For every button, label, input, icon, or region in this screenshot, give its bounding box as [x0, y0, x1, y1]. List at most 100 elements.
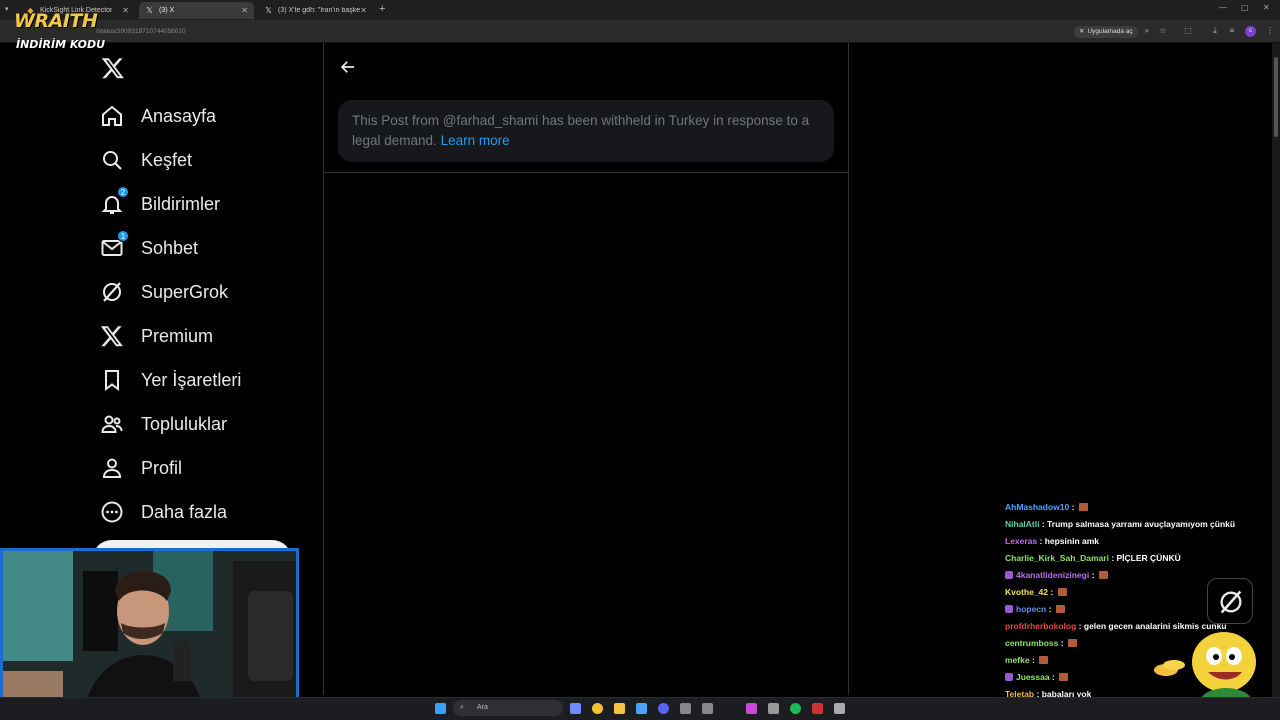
message-count-badge: 1 — [117, 230, 129, 242]
x-premium-icon — [100, 326, 123, 347]
sidebar-item-label: Anasayfa — [141, 105, 217, 126]
chat-username: AhMashadow10 — [1005, 502, 1070, 512]
sidebar-item-label: Daha fazla — [141, 501, 228, 522]
sidebar-item-messages[interactable]: 1 Sohbet — [100, 230, 198, 265]
extensions-icon[interactable]: ⬚ — [1183, 26, 1193, 36]
chat-message: NihalAtli : Trump salmasa yarramı avuçla… — [1005, 519, 1236, 529]
discord-icon[interactable] — [658, 703, 669, 714]
close-tab-icon[interactable]: ✕ — [241, 6, 248, 15]
notification-count-badge: 2 — [117, 186, 129, 198]
close-window-icon[interactable]: ✕ — [1263, 3, 1270, 12]
sidebar-item-profile[interactable]: Profil — [100, 451, 182, 485]
chat-message: hopecn : — [1005, 604, 1065, 614]
open-in-app-button[interactable]: ✕ Uygulamada aç — [1074, 26, 1138, 38]
app-icon[interactable] — [636, 703, 647, 714]
sidebar-item-label: Yer İşaretleri — [141, 369, 242, 390]
url-text[interactable]: /status/2009319710744056010 — [96, 28, 186, 35]
stream-brand-logo: WRAITH — [14, 10, 98, 32]
sidebar-item-communities[interactable]: Topluluklar — [100, 407, 227, 441]
webcam-feed — [3, 551, 296, 717]
tab-search-icon[interactable]: ▾ — [5, 5, 14, 14]
close-icon[interactable]: ✕ — [1079, 28, 1084, 35]
maximize-icon[interactable]: ▢ — [1241, 3, 1249, 12]
sidebar-item-notifications[interactable]: 2 Bildirimler — [100, 186, 220, 221]
open-in-app-label: Uygulamada aç — [1087, 28, 1133, 35]
grok-icon — [103, 282, 121, 302]
bookmark-star-icon[interactable]: ☆ — [1158, 26, 1168, 36]
x-favicon-icon: 𝕏 — [146, 6, 153, 15]
app-icon[interactable] — [834, 703, 845, 714]
back-arrow-icon[interactable] — [339, 58, 357, 76]
sidebar-item-premium[interactable]: Premium — [100, 319, 213, 353]
subscriber-badge-icon — [1005, 571, 1013, 579]
copilot-icon[interactable] — [570, 703, 581, 714]
sidebar-item-label: Profil — [141, 457, 183, 478]
sidebar-item-label: Keşfet — [141, 149, 193, 170]
chat-message: Juessaa : — [1005, 672, 1069, 682]
chat-username: Kvothe_42 — [1005, 587, 1048, 597]
more-icon — [101, 501, 123, 523]
menu-kebab-icon[interactable]: ⋮ — [1265, 26, 1275, 36]
chat-emote-icon — [1098, 571, 1108, 579]
chat-text: Trump salmasa yarramı avuçlayamıyom çünk… — [1047, 519, 1236, 529]
download-icon[interactable]: ⤓ — [1210, 26, 1220, 36]
sidebar-item-label: Topluluklar — [141, 413, 228, 434]
sidebar-item-explore[interactable]: Keşfet — [100, 143, 192, 177]
minimize-icon[interactable]: — — [1219, 3, 1227, 12]
chrome-icon[interactable] — [592, 703, 603, 714]
app-icon[interactable] — [680, 703, 691, 714]
scrollbar-thumb[interactable] — [1274, 57, 1278, 137]
chat-emote-icon — [1067, 639, 1077, 647]
close-tab-icon[interactable]: ✕ — [122, 6, 129, 15]
chat-username: Lexeras — [1005, 536, 1038, 546]
withheld-notice: This Post from @farhad_shami has been wi… — [338, 100, 834, 162]
post-divider — [324, 172, 848, 173]
explorer-icon[interactable] — [614, 703, 625, 714]
chat-username: NihalAtli — [1005, 519, 1040, 529]
sidebar-item-home[interactable]: Anasayfa — [100, 99, 216, 133]
new-tab-icon[interactable]: + — [379, 3, 385, 15]
chat-message: Charlie_Kirk_Sah_Damari : PİÇLER ÇÜNKÜ — [1005, 553, 1181, 563]
search-icon: ⌕ — [460, 704, 464, 711]
app-icon[interactable] — [702, 703, 713, 714]
x-logo-icon[interactable] — [100, 56, 126, 80]
chat-username: Juessaa — [1016, 672, 1050, 682]
chat-message: mefke : — [1005, 655, 1049, 665]
tab-title: (3) X — [159, 7, 175, 14]
profile-icon — [102, 458, 122, 478]
subscriber-badge-icon — [1005, 605, 1013, 613]
chat-emote-icon — [1039, 656, 1049, 664]
search-icon — [103, 151, 122, 170]
coins-sticker-icon — [1154, 660, 1185, 676]
grok-floating-button[interactable] — [1207, 578, 1253, 624]
zoom-icon[interactable]: ⌕ — [1142, 26, 1152, 36]
learn-more-link[interactable]: Learn more — [441, 133, 510, 148]
media-icon[interactable]: ≡ — [1227, 26, 1237, 36]
taskbar-search-placeholder: Ara — [477, 704, 488, 711]
browser-tab-strip: ▾ ◆ KickSight Link Detector ✕ 𝕏 (3) X ✕ … — [0, 0, 1280, 20]
spotify-icon[interactable] — [790, 703, 801, 714]
chat-message: centrumboss : — [1005, 638, 1077, 648]
windows-icon[interactable] — [435, 703, 446, 714]
withheld-notice-text: This Post from @farhad_shami has been wi… — [352, 113, 810, 148]
chat-message: AhMashadow10 : — [1005, 502, 1088, 512]
chat-username: 4kanatlidenizinegi — [1016, 570, 1090, 580]
taskbar-search-input[interactable]: ⌕ Ara — [453, 700, 563, 716]
subscriber-badge-icon — [1005, 673, 1013, 681]
grok-icon — [1220, 590, 1242, 614]
app-icon[interactable] — [812, 703, 823, 714]
sidebar-item-supergrok[interactable]: SuperGrok — [100, 275, 228, 309]
profile-avatar[interactable]: c — [1245, 26, 1256, 37]
sidebar-item-more[interactable]: Daha fazla — [100, 495, 227, 529]
page-scrollbar[interactable] — [1272, 43, 1280, 697]
close-tab-icon[interactable]: ✕ — [360, 6, 367, 15]
browser-tab-x-post[interactable]: 𝕏 (3) X'te gdh: "İran'ın başkenti Ta ✕ — [258, 2, 373, 19]
browser-tab-x[interactable]: 𝕏 (3) X ✕ — [139, 2, 254, 19]
chat-emote-icon — [1055, 605, 1065, 613]
sidebar-item-bookmarks[interactable]: Yer İşaretleri — [100, 363, 241, 397]
app-icon[interactable] — [746, 703, 757, 714]
app-icon[interactable] — [768, 703, 779, 714]
sidebar-item-label: Premium — [141, 325, 214, 346]
chat-username: mefke — [1005, 655, 1030, 665]
chat-username: hopecn — [1016, 604, 1047, 614]
